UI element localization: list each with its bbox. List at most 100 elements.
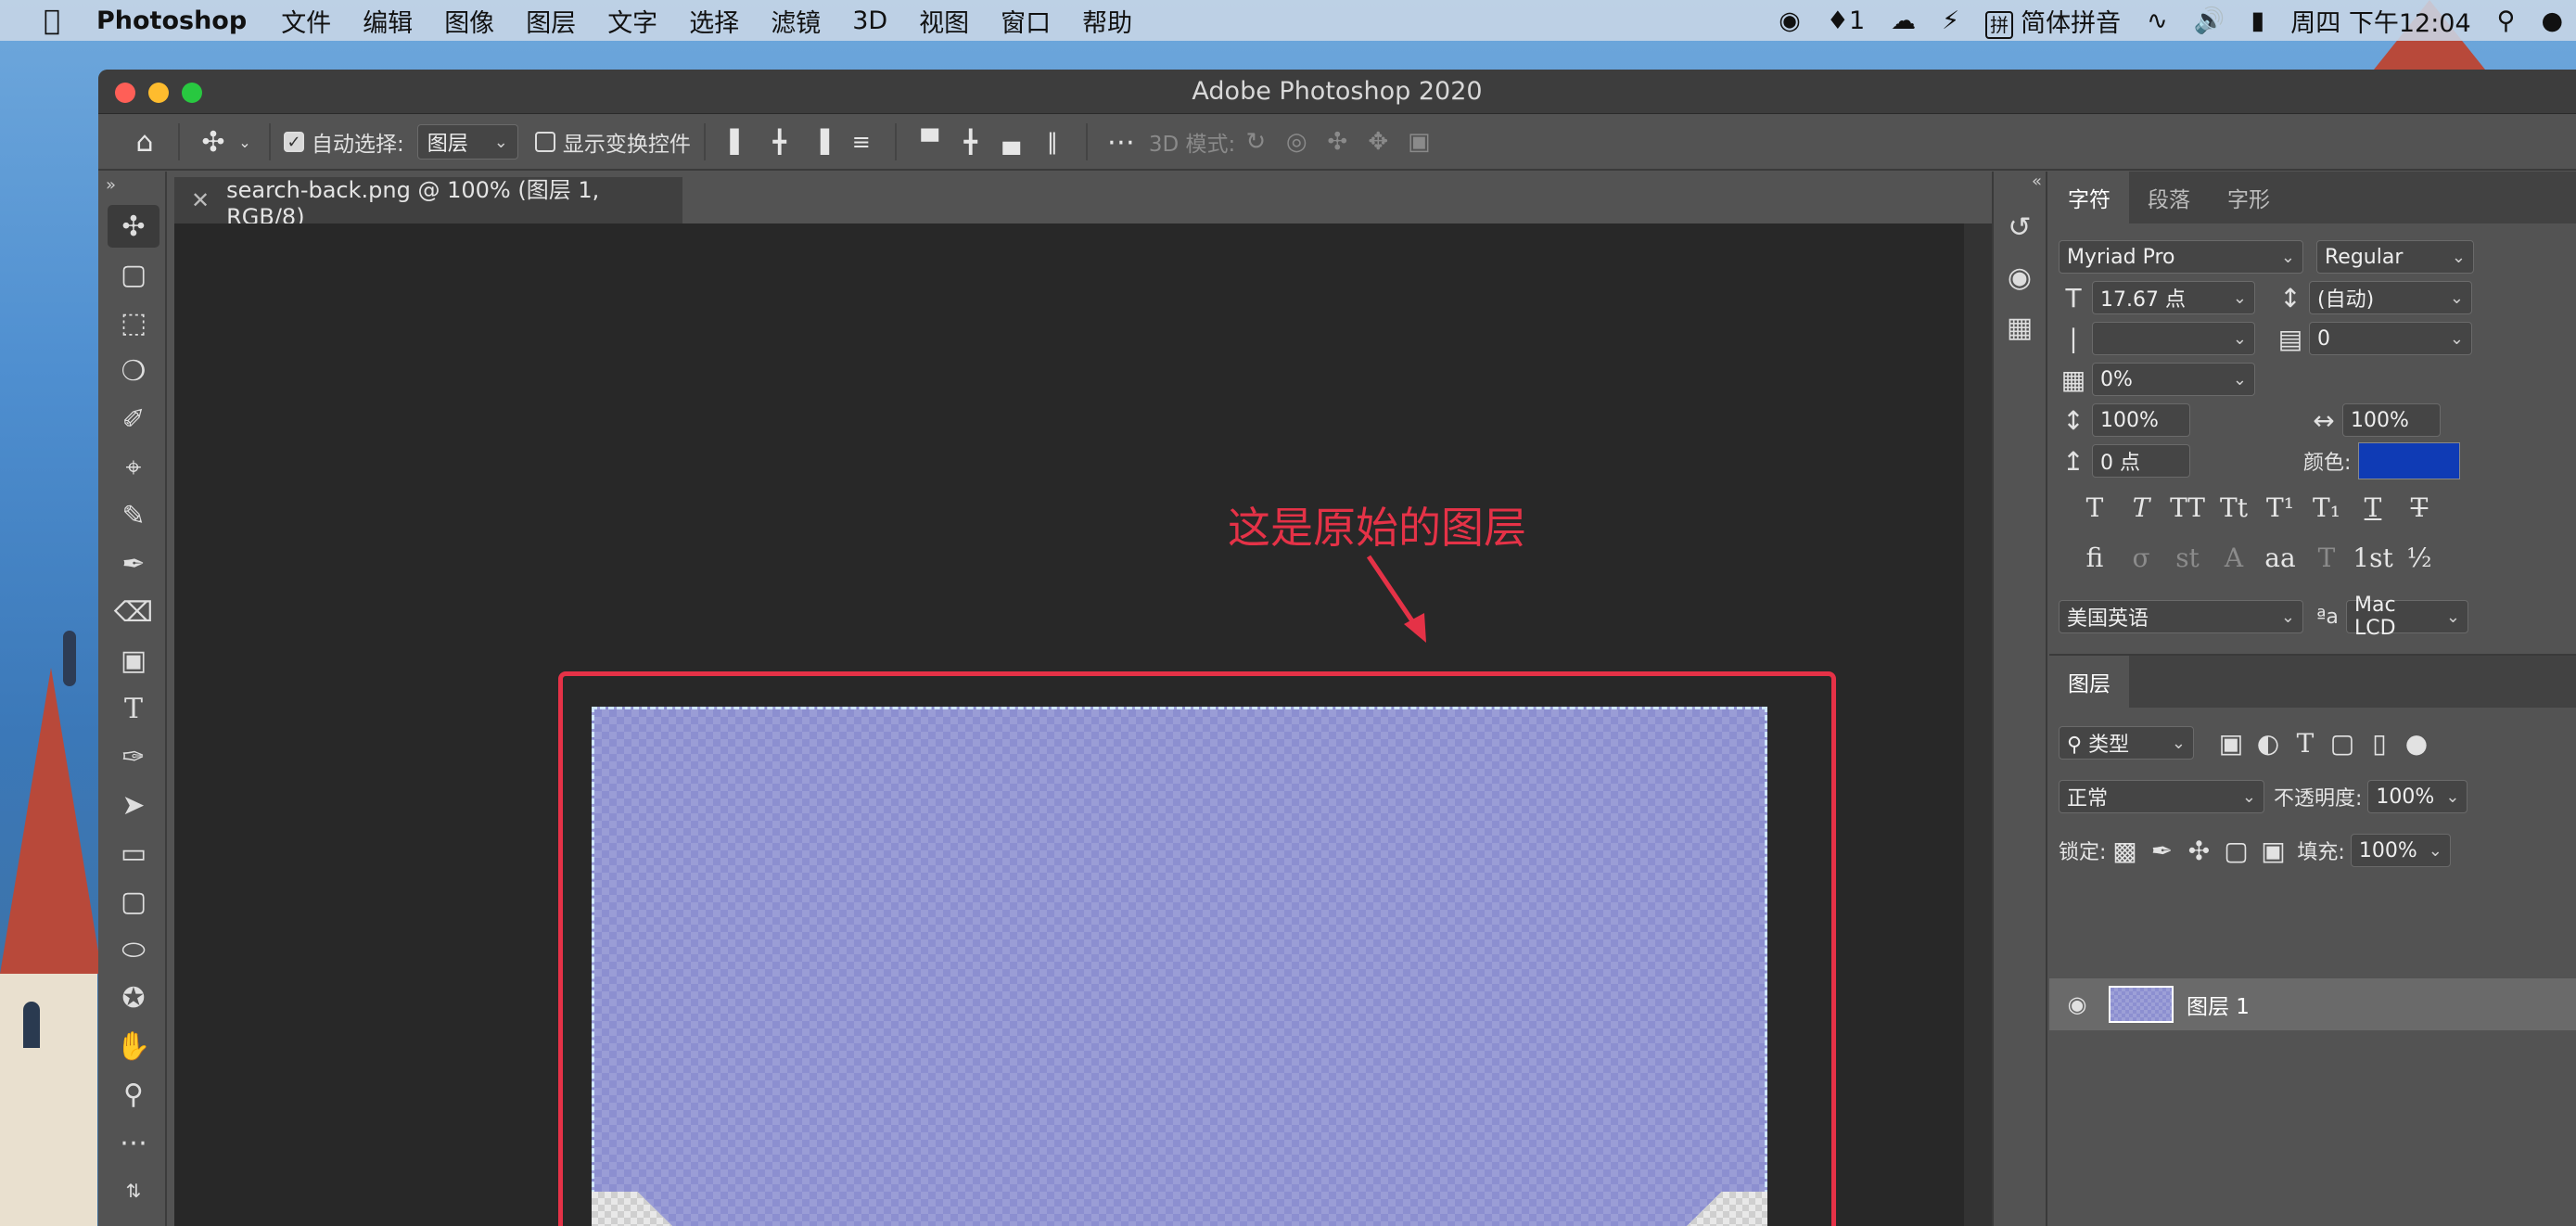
kerning-field[interactable]: ⌄ xyxy=(2092,322,2255,355)
volume-icon[interactable]: 🔊 xyxy=(2194,6,2225,35)
tab-layers[interactable]: 图层 xyxy=(2049,656,2129,708)
anti-alias-dropdown[interactable]: Mac LCD ⌄ xyxy=(2346,594,2468,640)
menu-select[interactable]: 选择 xyxy=(689,3,739,39)
tab-character[interactable]: 字符 xyxy=(2049,172,2129,223)
quick-selection-tool-icon[interactable]: ✐ xyxy=(108,398,159,441)
hand-tool-icon[interactable]: ✋ xyxy=(108,1025,159,1067)
layer-row[interactable]: ◉ 图层 1 xyxy=(2049,978,2576,1030)
history-panel-icon[interactable]: ↺ xyxy=(1999,205,2040,249)
align-bottom-icon[interactable]: ▄ xyxy=(991,121,1032,162)
filter-type-layer-icon[interactable]: T xyxy=(2287,728,2324,759)
apple-menu-icon[interactable]:  xyxy=(28,5,76,37)
menu-window[interactable]: 窗口 xyxy=(1001,3,1051,39)
clock[interactable]: 周四 下午12:04 xyxy=(2290,3,2470,39)
fractions-icon[interactable]: ½ xyxy=(2396,543,2442,573)
stylistic-alternates-icon[interactable]: aa xyxy=(2257,543,2303,573)
wechat-icon[interactable]: ◉ xyxy=(1779,6,1801,35)
rounded-rectangle-tool-icon[interactable]: ▢ xyxy=(108,880,159,923)
type-tool-icon[interactable]: T xyxy=(108,687,159,730)
show-transform-controls-checkbox[interactable]: 显示变换控件 xyxy=(534,121,691,162)
filter-toggle-icon[interactable]: ● xyxy=(2398,728,2435,759)
crop-tool-icon[interactable]: ⌖ xyxy=(108,446,159,489)
tab-paragraph[interactable]: 段落 xyxy=(2129,172,2209,223)
lock-transparent-pixels-icon[interactable]: ▩ xyxy=(2106,836,2143,866)
gradient-tool-icon[interactable]: ▣ xyxy=(108,639,159,682)
distribute-horizontal-icon[interactable]: ‖ xyxy=(1032,121,1073,162)
swatches-panel-icon[interactable]: ◉ xyxy=(1999,255,2040,300)
superscript-icon[interactable]: T¹ xyxy=(2257,492,2303,523)
siri-icon[interactable]: ● xyxy=(2541,6,2563,35)
eyedropper-tool-icon[interactable]: ✎ xyxy=(108,494,159,537)
qq-icon[interactable]: ♦1 xyxy=(1827,6,1865,35)
custom-shape-tool-icon[interactable]: ✪ xyxy=(108,977,159,1019)
fill-field[interactable]: 100% ⌄ xyxy=(2350,834,2451,867)
move-tool-preset-icon[interactable]: ✣ xyxy=(193,121,234,162)
collapse-panels-icon[interactable]: « xyxy=(1994,172,2046,199)
lock-artboard-icon[interactable]: ▢ xyxy=(2217,836,2254,866)
edit-toolbar-icon[interactable]: ⋯ xyxy=(108,1121,159,1164)
filter-pixel-layer-icon[interactable]: ▣ xyxy=(2213,728,2250,759)
swap-colors-icon[interactable]: ⇅ xyxy=(108,1169,159,1212)
opacity-field[interactable]: 100% ⌄ xyxy=(2367,780,2468,813)
lock-position-icon[interactable]: ✣ xyxy=(2180,836,2217,866)
menu-file[interactable]: 文件 xyxy=(281,3,331,39)
filter-shape-layer-icon[interactable]: ▢ xyxy=(2324,728,2361,759)
lock-image-pixels-icon[interactable]: ✒ xyxy=(2143,836,2180,866)
tab-glyphs[interactable]: 字形 xyxy=(2209,172,2289,223)
horizontal-scale-field[interactable]: 100% xyxy=(2342,403,2441,437)
strikethrough-icon[interactable]: T xyxy=(2396,492,2442,523)
cloud-icon[interactable]: ☁ xyxy=(1891,6,1916,35)
font-family-dropdown[interactable]: Myriad Pro ⌄ xyxy=(2059,240,2303,274)
standard-ligatures-icon[interactable]: fi xyxy=(2072,543,2118,573)
menu-view[interactable]: 视图 xyxy=(919,3,969,39)
distribute-vertical-icon[interactable]: ≡ xyxy=(841,121,882,162)
rectangle-tool-icon[interactable]: ▭ xyxy=(108,832,159,875)
marquee-tool-icon[interactable]: ⬚ xyxy=(108,301,159,344)
input-method-menu[interactable]: 拼简体拼音 xyxy=(1985,3,2121,39)
document-tab[interactable]: ✕ search-back.png @ 100% (图层 1, RGB/8) xyxy=(174,177,682,230)
small-caps-icon[interactable]: Tt xyxy=(2211,492,2257,523)
close-document-icon[interactable]: ✕ xyxy=(191,187,210,213)
font-style-dropdown[interactable]: Regular ⌄ xyxy=(2316,240,2474,274)
menu-3d[interactable]: 3D xyxy=(852,6,887,35)
spotlight-search-icon[interactable]: ⚲ xyxy=(2497,6,2516,35)
canvas-vertical-scrollbar[interactable] xyxy=(1964,223,1992,1226)
ellipse-tool-icon[interactable]: ⬭ xyxy=(108,928,159,971)
menu-help[interactable]: 帮助 xyxy=(1082,3,1132,39)
filter-smart-object-icon[interactable]: ▯ xyxy=(2361,728,2398,759)
font-size-field[interactable]: 17.67 点 ⌄ xyxy=(2092,281,2255,314)
bolt-app-icon[interactable]: ⚡ xyxy=(1942,6,1959,35)
blend-mode-dropdown[interactable]: 正常 ⌄ xyxy=(2059,780,2264,813)
auto-select-target-dropdown[interactable]: 图层 ⌄ xyxy=(416,124,518,160)
subscript-icon[interactable]: T₁ xyxy=(2303,492,2350,523)
underline-icon[interactable]: T xyxy=(2350,492,2396,523)
ordinals-icon[interactable]: 1st xyxy=(2350,543,2396,573)
baseline-shift-field[interactable]: 0 点 xyxy=(2092,444,2190,478)
artboard-tool-icon[interactable]: ▢ xyxy=(108,253,159,296)
lasso-tool-icon[interactable]: ❍ xyxy=(108,350,159,392)
align-hcenter-icon[interactable]: ╋ xyxy=(759,121,800,162)
align-vcenter-icon[interactable]: ╋ xyxy=(950,121,991,162)
more-options-icon[interactable]: ⋯ xyxy=(1101,121,1141,162)
text-color-swatch[interactable] xyxy=(2358,442,2461,479)
chevron-down-icon[interactable]: ⌄ xyxy=(234,121,256,162)
path-selection-tool-icon[interactable]: ➤ xyxy=(108,784,159,826)
menu-filter[interactable]: 滤镜 xyxy=(771,3,821,39)
language-dropdown[interactable]: 美国英语 ⌄ xyxy=(2059,600,2303,633)
layer-filter-dropdown[interactable]: ⚲ 类型 ⌄ xyxy=(2059,726,2194,760)
auto-select-checkbox[interactable]: ✓ 自动选择: xyxy=(284,121,404,162)
collapse-tools-icon[interactable]: » xyxy=(98,172,165,199)
faux-bold-icon[interactable]: T xyxy=(2072,492,2118,523)
leading-field[interactable]: (自动) ⌄ xyxy=(2309,281,2472,314)
app-menu[interactable]: Photoshop xyxy=(96,6,247,35)
lock-all-icon[interactable]: ▣ xyxy=(2254,836,2291,866)
brush-tool-icon[interactable]: ✒ xyxy=(108,543,159,585)
all-caps-icon[interactable]: TT xyxy=(2164,492,2211,523)
wifi-icon[interactable]: ∿ xyxy=(2147,6,2168,35)
tracking-field[interactable]: 0 ⌄ xyxy=(2309,322,2472,355)
table-panel-icon[interactable]: ▦ xyxy=(1999,305,2040,350)
menu-image[interactable]: 图像 xyxy=(444,3,494,39)
eye-visibility-icon[interactable]: ◉ xyxy=(2059,991,2096,1017)
align-right-icon[interactable]: ▐ xyxy=(800,121,841,162)
home-icon[interactable]: ⌂ xyxy=(124,121,165,162)
